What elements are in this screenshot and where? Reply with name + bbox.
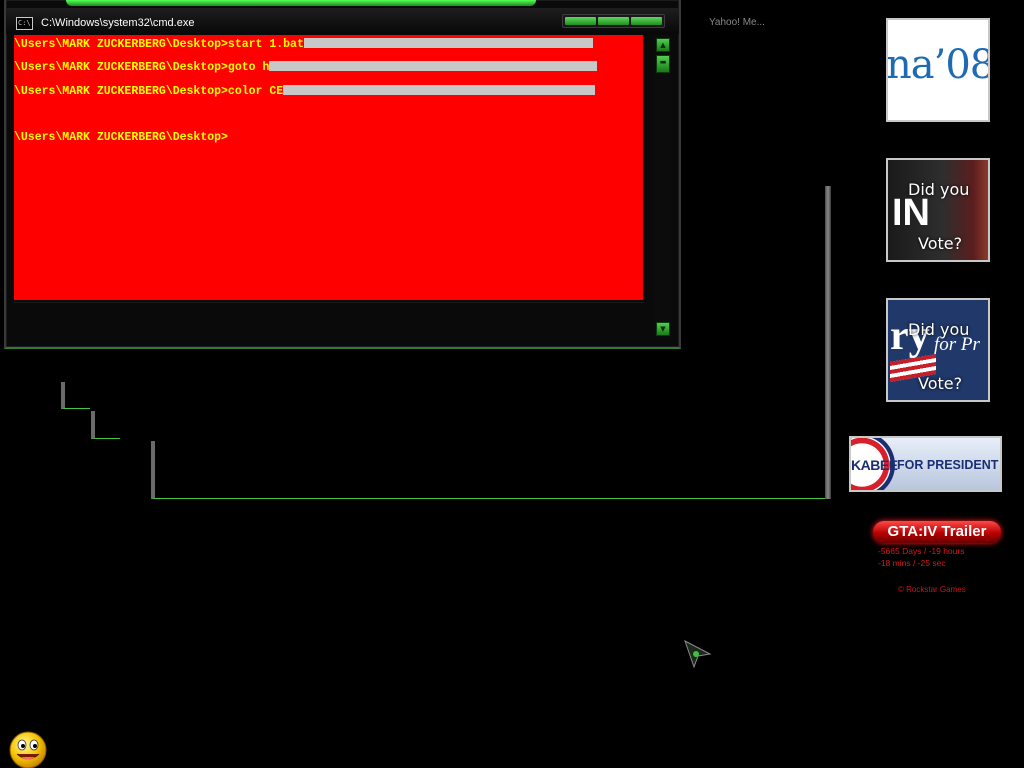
console-line: \Users\MARK ZUCKERBERG\Desktop>color CE [14, 85, 596, 98]
scroll-down-icon[interactable]: ▼ [656, 322, 670, 336]
gta-trailer-button[interactable]: GTA:IV Trailer [873, 521, 1001, 543]
tile-caption: Did you [908, 320, 970, 339]
candidate-name: KABEE [851, 457, 898, 473]
frame-side-bar [825, 186, 831, 499]
vote-tile[interactable]: IN Did you Vote? [886, 158, 990, 262]
text-selection [269, 61, 598, 71]
frame-bottom-decoration [151, 441, 828, 499]
mouse-cursor-icon [684, 640, 712, 668]
countdown-text: -18 mins / -25 sec [878, 558, 946, 568]
vote-tile[interactable]: ry for Pr Did you Vote? [886, 298, 990, 402]
close-button[interactable] [631, 17, 662, 25]
cmd-title: C:\Windows\system32\cmd.exe [41, 17, 195, 29]
console-line: \Users\MARK ZUCKERBERG\Desktop>start 1.b… [14, 38, 593, 51]
text-selection [283, 85, 596, 95]
desktop: C:\ C:\Windows\system32\cmd.exe \Users\M… [0, 0, 1024, 768]
yahoo-messenger-label[interactable]: Yahoo! Me... [709, 17, 765, 28]
countdown-text: -5665 Days / -19 hours [878, 546, 965, 556]
banner-tagline: FOR PRESIDENT [897, 458, 999, 472]
minimize-button[interactable] [565, 17, 596, 25]
cmd-titlebar[interactable]: C:\ C:\Windows\system32\cmd.exe [6, 8, 679, 34]
huckabee-banner[interactable]: KABEE FOR PRESIDENT [849, 436, 1002, 492]
cmd-window-icon[interactable]: C:\ [16, 17, 33, 30]
smiley-icon[interactable] [8, 730, 48, 768]
cmd-window[interactable]: C:\ C:\Windows\system32\cmd.exe \Users\M… [4, 0, 681, 349]
gta-credit: © Rockstar Games [898, 585, 966, 594]
tile-caption: Vote? [918, 374, 963, 393]
console-output[interactable]: \Users\MARK ZUCKERBERG\Desktop>start 1.b… [14, 35, 643, 300]
vertical-scrollbar[interactable]: ▲ ▬ ▼ [654, 35, 671, 338]
obama-tile[interactable]: na’08 [886, 18, 990, 122]
scroll-up-icon[interactable]: ▲ [656, 38, 670, 52]
obama-logo: na’08 [886, 42, 990, 88]
window-top-glow [66, 0, 536, 6]
frame-corner-decoration [91, 411, 120, 439]
scroll-thumb[interactable]: ▬ [656, 55, 670, 73]
tile-caption: Vote? [918, 234, 963, 253]
console-prompt: \Users\MARK ZUCKERBERG\Desktop> [14, 131, 228, 144]
maximize-button[interactable] [598, 17, 629, 25]
console-line: \Users\MARK ZUCKERBERG\Desktop>goto h [14, 61, 598, 74]
window-controls [562, 14, 665, 28]
frame-corner-decoration [61, 382, 90, 409]
text-selection [303, 38, 593, 48]
cmd-bottom-area [14, 302, 644, 337]
tile-caption: Did you [908, 180, 970, 199]
